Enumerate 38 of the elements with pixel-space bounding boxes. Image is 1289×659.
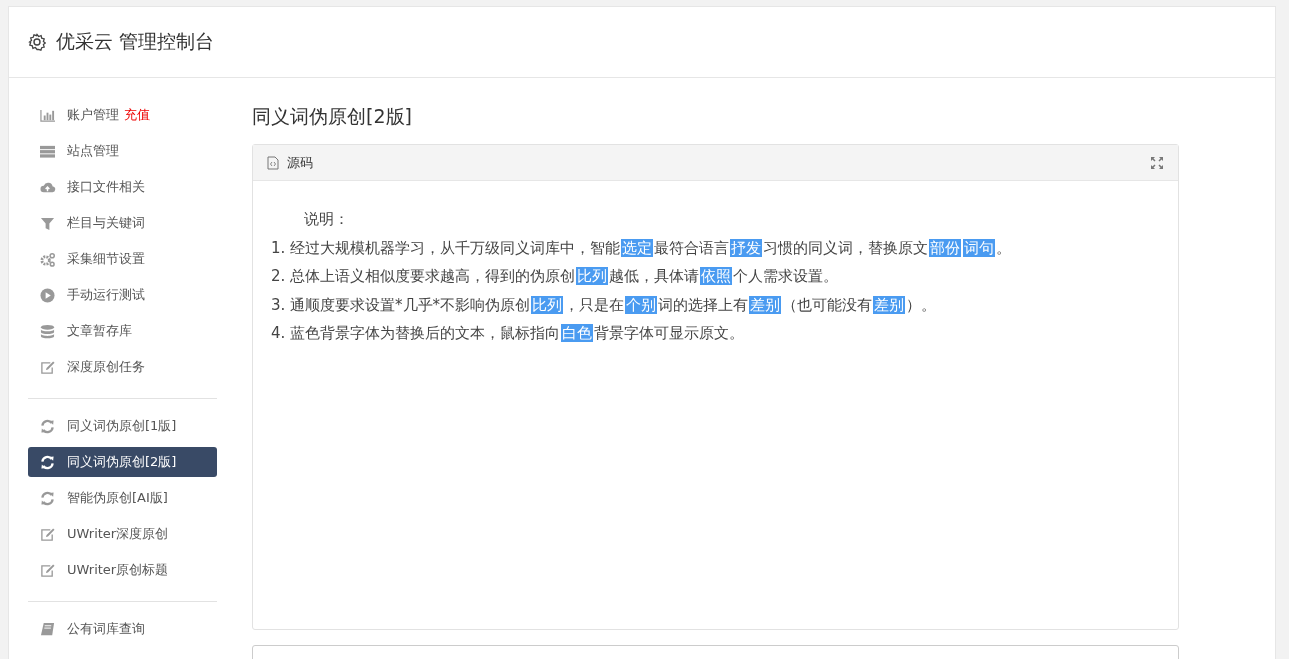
refresh-icon [39,454,56,470]
sidebar-item[interactable]: 公有词库查询 [28,614,217,644]
sidebar-item[interactable]: 文章暂存库 [28,316,217,346]
chart-icon [39,107,56,123]
console-title: 优采云 管理控制台 [56,29,215,54]
database-icon [39,323,56,339]
server-icon [39,143,56,159]
settings-icon [28,33,46,51]
sidebar-item[interactable]: 同义词伪原创[2版] [28,447,217,477]
filter-icon [39,215,56,231]
description-line: 1. 经过大规模机器学习，从千万级同义词库中，智能选定最符合语言抒发习惯的同义词，替换原文部份 词句。 [271,237,1013,259]
sidebar-item[interactable]: 智能伪原创[AI版] [28,483,217,513]
recharge-link[interactable]: 充值 [124,106,150,124]
sidebar-item[interactable]: UWriter深度原创 [28,519,217,549]
description-heading: 说明： [303,209,350,230]
sidebar-item[interactable]: 接口文件相关 [28,172,217,202]
description-line: 2. 总体上语义相似度要求越高，得到的伪原创 比列越低，具体请依照个人需求设置。 [271,266,840,287]
page-title: 同义词伪原创[2版] [252,104,413,129]
book-icon [39,621,56,637]
refresh-icon [39,418,56,434]
fullscreen-icon[interactable] [1150,155,1164,170]
description-line: 4. 蓝色背景字体为替换后的文本，鼠标指向 白色背景字体可显示原文。 [271,323,746,344]
refresh-icon [39,490,56,506]
sidebar-item[interactable]: 同义词伪原创[1版] [28,411,217,441]
sidebar-item[interactable]: 站点管理 [28,136,217,166]
edit-icon [39,359,56,375]
code-file-icon [267,155,279,170]
description-line: 3. 通顺度要求设置*几乎*不影响伪原创 比列，只是在个别词的选择上有差别（也可能没有差别）。 [271,294,938,316]
sidebar-item[interactable]: 手动运行测试 [28,280,217,310]
sidebar-item[interactable]: 深度原创任务 [28,352,217,382]
sidebar-item[interactable]: 账户管理 充值 [28,100,217,130]
edit-icon [39,526,56,542]
sidebar-item[interactable]: UWriter原创标题 [28,555,217,585]
sidebar-item[interactable]: 栏目与关键词 [28,208,217,238]
play-icon [39,287,56,303]
edit-icon [39,562,56,578]
sidebar-item[interactable]: 采集细节设置 [28,244,217,274]
source-tab[interactable]: 源码 [287,153,313,172]
